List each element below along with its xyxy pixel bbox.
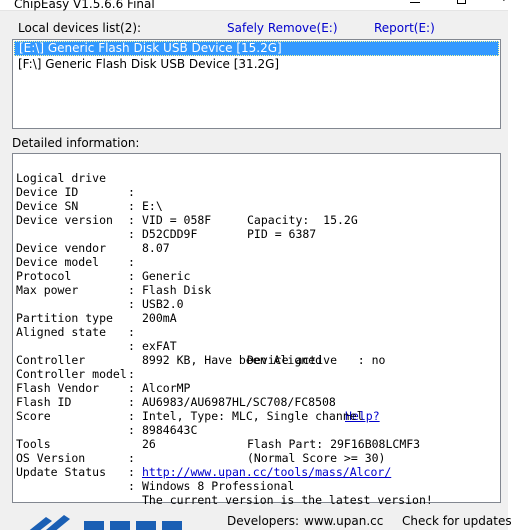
detail-sep: : (128, 367, 135, 381)
detail-sep: : (128, 185, 135, 199)
detail-row: Logical drive : E:\ Capacity: 15.2G (16, 157, 358, 227)
detail-row: Score : 26 (Normal Score >= 30) (16, 395, 385, 465)
title-bar[interactable]: ChipEasy V1.5.6.6 Final ✕ (0, 0, 530, 11)
detail-row: Device ID : VID = 058F PID = 6387 (16, 171, 316, 241)
detail-sep: : (128, 199, 135, 213)
detail-row: Max power : 200mA (16, 269, 177, 325)
detail-key: Aligned state (16, 325, 107, 339)
detail-row: Flash Vendor : Intel, Type: MLC, Single … (16, 367, 364, 423)
detail-row: Tools : http://www.upan.cc/tools/mass/Al… (16, 423, 391, 479)
detail-sep: : (128, 269, 135, 283)
window-edge (508, 0, 530, 530)
detail-sep: : (128, 423, 135, 437)
detail-sep: : (128, 255, 135, 269)
devices-list-label: Local devices list(2): (18, 21, 142, 35)
detail-sep: : (128, 227, 135, 241)
detail-row: Device model : Flash Disk (16, 241, 211, 297)
detail-value: 200mA (142, 311, 177, 325)
detail-extra: Capacity: 15.2G (247, 213, 358, 227)
detail-value: USB2.0 (142, 297, 184, 311)
detail-value: VID = 058F (142, 213, 212, 227)
detail-row: Device vendor : Generic (16, 227, 190, 283)
detail-extra: Flash Part: 29F16B08LCMF3 (247, 437, 421, 451)
detail-key: Device version (16, 213, 113, 227)
detail-info-label: Detailed information: (12, 136, 140, 150)
detail-row: OS Version : Windows 8 Professional (16, 437, 294, 493)
detail-value: Flash Disk (142, 283, 212, 297)
window-title: ChipEasy V1.5.6.6 Final (14, 0, 155, 11)
maximize-icon (456, 0, 466, 4)
detail-value: 8984643C (142, 423, 198, 437)
detail-value: Intel, Type: MLC, Single channel (142, 409, 364, 423)
detail-extra: PID = 6387 (247, 227, 317, 241)
detail-sep: : (128, 283, 135, 297)
chipeasy-window: ChipEasy V1.5.6.6 Final ✕ Local devices … (0, 0, 530, 530)
detail-value: AU6983/AU6987HL/SC708/FC8508 (142, 395, 336, 409)
detail-sep: : (128, 297, 135, 311)
detail-sep: : (128, 395, 135, 409)
detail-row: Controller : AlcorMP (16, 339, 190, 395)
detail-sep: : (128, 213, 135, 227)
developers-label: Developers: (227, 514, 300, 528)
detail-sep: : (128, 339, 135, 353)
minimize-button[interactable] (392, 0, 438, 10)
minimize-icon (410, 1, 420, 3)
detail-value: Windows 8 Professional (142, 479, 295, 493)
detail-sep: : (128, 465, 135, 479)
detail-key: Score (16, 409, 51, 423)
device-list[interactable]: [E:\] Generic Flash Disk USB Device [15.… (12, 39, 501, 129)
detail-row: Update Status : The current version is t… (16, 451, 433, 507)
developers-site-link[interactable]: www.upan.cc (304, 514, 383, 528)
device-item-e[interactable]: [E:\] Generic Flash Disk USB Device [15.… (14, 41, 499, 56)
detail-sep: : (128, 409, 135, 423)
detail-value: 26 (142, 437, 156, 451)
detail-row: Device SN : D52CDD9F (16, 185, 197, 241)
detail-key: Max power (16, 283, 79, 297)
detail-row: Partition type : exFAT Device active : n… (16, 297, 385, 367)
detail-value: D52CDD9F (142, 227, 198, 241)
device-item-f[interactable]: [F:\] Generic Flash Disk USB Device [31.… (14, 57, 499, 71)
detail-row: Aligned state : 8992 KB, Have been Align… (16, 311, 322, 367)
detail-value: Generic (142, 269, 191, 283)
detail-sep: : (128, 381, 135, 395)
report-link[interactable]: Report(E:) (374, 21, 435, 35)
detail-row: Protocol : USB2.0 (16, 255, 184, 311)
tools-link[interactable]: http://www.upan.cc/tools/mass/Alcor/ (142, 465, 391, 479)
detail-key: Update Status (16, 465, 107, 479)
detail-sep: : (128, 451, 135, 465)
maximize-button[interactable] (438, 0, 484, 10)
detail-row: Device version : 8.07 (16, 199, 170, 255)
detail-sep: : (128, 325, 135, 339)
detail-row: Controller model : AU6983/AU6987HL/SC708… (16, 353, 380, 423)
detail-value: AlcorMP (142, 381, 191, 395)
detail-value: E:\ (142, 199, 163, 213)
detail-info-panel[interactable]: Logical drive : E:\ Capacity: 15.2G Devi… (12, 153, 501, 507)
check-updates-link[interactable]: Check for updates (402, 514, 512, 528)
safely-remove-link[interactable]: Safely Remove(E:) (227, 21, 338, 35)
detail-value: 8992 KB, Have been Aligned (142, 353, 323, 367)
detail-extra: (Normal Score >= 30) (247, 451, 386, 465)
detail-row: Flash ID : 8984643C Flash Part: 29F16B08… (16, 381, 420, 451)
detail-sep: : (128, 479, 135, 493)
upan-logo (18, 507, 198, 530)
detail-value: 8.07 (142, 241, 170, 255)
detail-value: exFAT (142, 339, 177, 353)
